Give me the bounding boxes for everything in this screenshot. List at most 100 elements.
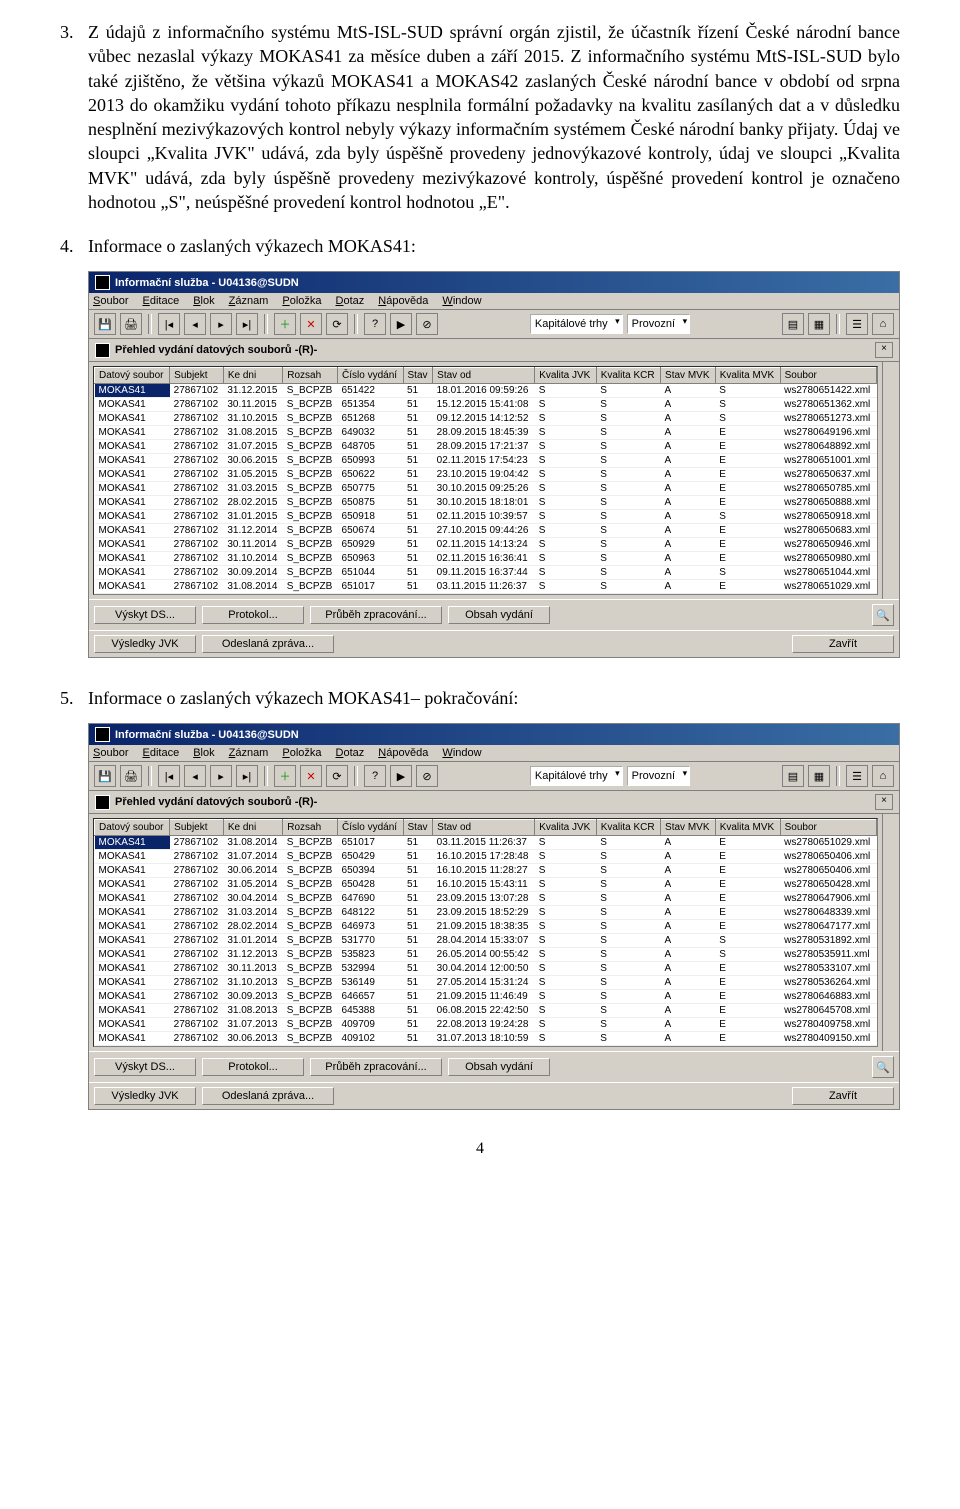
btn-prubeh[interactable]: Průběh zpracování... <box>310 606 442 624</box>
table-row[interactable]: MOKAS412786710231.10.2015S_BCPZB65126851… <box>95 412 877 426</box>
table-row[interactable]: MOKAS412786710231.10.2013S_BCPZB53614951… <box>95 976 877 990</box>
column-header[interactable]: Kvalita KCR <box>596 820 660 836</box>
query-icon[interactable]: ? <box>364 313 386 335</box>
column-header[interactable]: Datový soubor <box>95 820 170 836</box>
prev-icon[interactable]: ◂ <box>184 765 206 787</box>
table-row[interactable]: MOKAS412786710231.01.2015S_BCPZB65091851… <box>95 510 877 524</box>
exec-icon[interactable]: ▶ <box>390 765 412 787</box>
btn-zavrit[interactable]: Zavřít <box>792 1087 894 1105</box>
menu-window[interactable]: Window <box>442 747 481 759</box>
save-icon[interactable]: 💾 <box>94 313 116 335</box>
refresh-icon[interactable]: ⟳ <box>326 765 348 787</box>
tool-d-icon[interactable]: ⌂ <box>872 313 894 335</box>
menu-soubor[interactable]: Soubor <box>93 747 128 759</box>
table-row[interactable]: MOKAS412786710231.12.2015S_BCPZB65142251… <box>95 384 877 398</box>
print-icon[interactable]: 🖨 <box>120 765 142 787</box>
tool-c-icon[interactable]: ☰ <box>846 765 868 787</box>
menu-editace[interactable]: Editace <box>142 747 179 759</box>
column-header[interactable]: Soubor <box>780 820 876 836</box>
tool-b-icon[interactable]: ▦ <box>808 313 830 335</box>
scrollbar-vertical[interactable] <box>882 814 899 1051</box>
table-row[interactable]: MOKAS412786710231.08.2013S_BCPZB64538851… <box>95 1004 877 1018</box>
print-icon[interactable]: 🖨 <box>120 313 142 335</box>
column-header[interactable]: Subjekt <box>170 368 224 384</box>
column-header[interactable]: Číslo vydání <box>338 368 403 384</box>
cancel-icon[interactable]: ⊘ <box>416 313 438 335</box>
menubar[interactable]: SouborEditaceBlokZáznamPoložkaDotazNápov… <box>89 293 899 310</box>
last-icon[interactable]: ▸| <box>236 313 258 335</box>
first-icon[interactable]: |◂ <box>158 765 180 787</box>
column-header[interactable]: Stav od <box>433 368 535 384</box>
refresh-icon[interactable]: ⟳ <box>326 313 348 335</box>
add-icon[interactable]: ＋ <box>274 313 296 335</box>
column-header[interactable]: Kvalita MVK <box>715 368 780 384</box>
data-grid[interactable]: Datový souborSubjektKe dniRozsahČíslo vy… <box>93 366 878 595</box>
tool-d-icon[interactable]: ⌂ <box>872 765 894 787</box>
combo-market[interactable]: Kapitálové trhy <box>530 314 623 334</box>
table-row[interactable]: MOKAS412786710230.11.2013S_BCPZB53299451… <box>95 962 877 976</box>
column-header[interactable]: Kvalita KCR <box>596 368 660 384</box>
prev-icon[interactable]: ◂ <box>184 313 206 335</box>
table-row[interactable]: MOKAS412786710231.07.2013S_BCPZB40970951… <box>95 1018 877 1032</box>
menu-blok[interactable]: Blok <box>193 747 214 759</box>
table-row[interactable]: MOKAS412786710230.04.2014S_BCPZB64769051… <box>95 892 877 906</box>
btn-obsah[interactable]: Obsah vydání <box>448 606 550 624</box>
btn-protokol[interactable]: Protokol... <box>202 606 304 624</box>
tool-c-icon[interactable]: ☰ <box>846 313 868 335</box>
btn-vysledky-jvk[interactable]: Výsledky JVK <box>94 1087 196 1105</box>
table-row[interactable]: MOKAS412786710231.01.2014S_BCPZB53177051… <box>95 934 877 948</box>
table-row[interactable]: MOKAS412786710231.10.2014S_BCPZB65096351… <box>95 552 877 566</box>
table-row[interactable]: MOKAS412786710230.09.2013S_BCPZB64665751… <box>95 990 877 1004</box>
add-icon[interactable]: ＋ <box>274 765 296 787</box>
menu-dotaz[interactable]: Dotaz <box>336 295 365 307</box>
table-row[interactable]: MOKAS412786710228.02.2014S_BCPZB64697351… <box>95 920 877 934</box>
menu-položka[interactable]: Položka <box>282 747 321 759</box>
table-row[interactable]: MOKAS412786710231.12.2013S_BCPZB53582351… <box>95 948 877 962</box>
column-header[interactable]: Datový soubor <box>95 368 170 384</box>
combo-env[interactable]: Provozní <box>627 766 690 786</box>
column-header[interactable]: Stav <box>403 820 433 836</box>
table-row[interactable]: MOKAS412786710231.03.2014S_BCPZB64812251… <box>95 906 877 920</box>
menu-editace[interactable]: Editace <box>142 295 179 307</box>
btn-odeslana-zprava[interactable]: Odeslaná zpráva... <box>202 1087 334 1105</box>
table-row[interactable]: MOKAS412786710230.09.2014S_BCPZB65104451… <box>95 566 877 580</box>
table-row[interactable]: MOKAS412786710231.08.2014S_BCPZB65101751… <box>95 580 877 594</box>
table-row[interactable]: MOKAS412786710230.11.2015S_BCPZB65135451… <box>95 398 877 412</box>
menu-záznam[interactable]: Záznam <box>229 295 269 307</box>
menu-nápověda[interactable]: Nápověda <box>378 295 428 307</box>
menu-dotaz[interactable]: Dotaz <box>336 747 365 759</box>
close-icon[interactable]: × <box>875 342 893 358</box>
column-header[interactable]: Stav od <box>433 820 535 836</box>
column-header[interactable]: Kvalita MVK <box>715 820 780 836</box>
menu-položka[interactable]: Položka <box>282 295 321 307</box>
btn-vyskyt-ds[interactable]: Výskyt DS... <box>94 606 196 624</box>
btn-protokol[interactable]: Protokol... <box>202 1058 304 1076</box>
column-header[interactable]: Ke dni <box>223 368 282 384</box>
btn-prubeh[interactable]: Průběh zpracování... <box>310 1058 442 1076</box>
menu-záznam[interactable]: Záznam <box>229 747 269 759</box>
menu-blok[interactable]: Blok <box>193 295 214 307</box>
table-row[interactable]: MOKAS412786710231.12.2014S_BCPZB65067451… <box>95 524 877 538</box>
table-row[interactable]: MOKAS412786710230.06.2014S_BCPZB65039451… <box>95 864 877 878</box>
btn-odeslana-zprava[interactable]: Odeslaná zpráva... <box>202 635 334 653</box>
column-header[interactable]: Číslo vydání <box>338 820 403 836</box>
column-header[interactable]: Rozsah <box>283 368 338 384</box>
tool-a-icon[interactable]: ▤ <box>782 765 804 787</box>
btn-obsah[interactable]: Obsah vydání <box>448 1058 550 1076</box>
query-icon[interactable]: ? <box>364 765 386 787</box>
table-row[interactable]: MOKAS412786710231.08.2015S_BCPZB64903251… <box>95 426 877 440</box>
column-header[interactable]: Soubor <box>780 368 876 384</box>
table-row[interactable]: MOKAS412786710230.06.2013S_BCPZB40910251… <box>95 1032 877 1046</box>
tool-a-icon[interactable]: ▤ <box>782 313 804 335</box>
table-row[interactable]: MOKAS412786710228.02.2015S_BCPZB65087551… <box>95 496 877 510</box>
remove-icon[interactable]: ✕ <box>300 765 322 787</box>
remove-icon[interactable]: ✕ <box>300 313 322 335</box>
table-row[interactable]: MOKAS412786710231.07.2015S_BCPZB64870551… <box>95 440 877 454</box>
column-header[interactable]: Stav MVK <box>661 368 716 384</box>
table-row[interactable]: MOKAS412786710231.05.2015S_BCPZB65062251… <box>95 468 877 482</box>
menu-window[interactable]: Window <box>442 295 481 307</box>
column-header[interactable]: Kvalita JVK <box>535 368 597 384</box>
next-icon[interactable]: ▸ <box>210 313 232 335</box>
combo-env[interactable]: Provozní <box>627 314 690 334</box>
column-header[interactable]: Kvalita JVK <box>535 820 597 836</box>
